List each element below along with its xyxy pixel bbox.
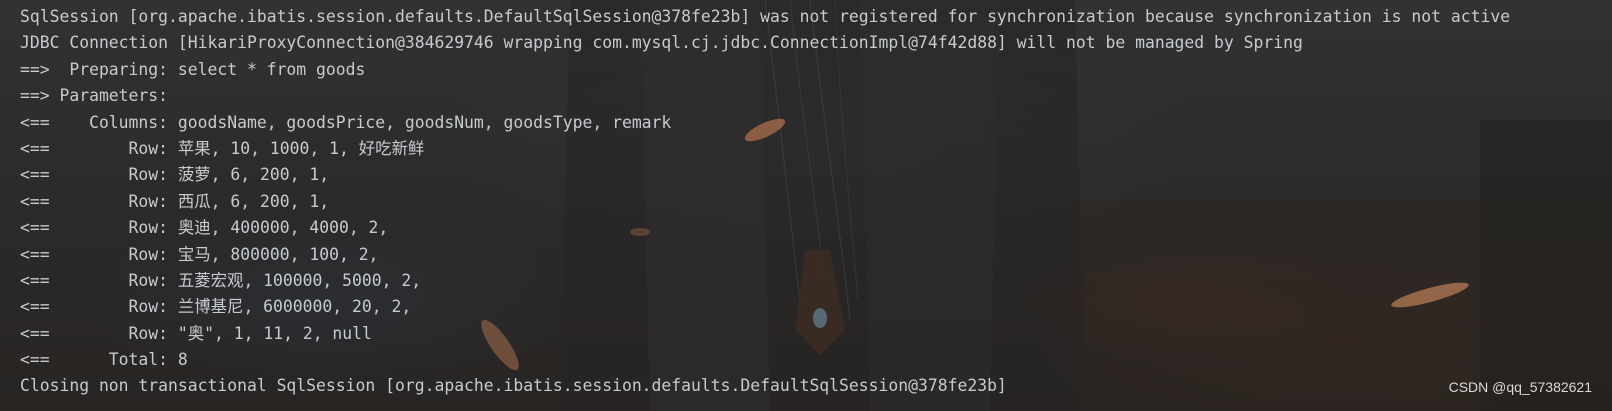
log-line-total: <== Total: 8 bbox=[20, 350, 188, 370]
log-line-row: <== Row: "奥", 1, 11, 2, null bbox=[20, 323, 372, 343]
log-line-row: <== Row: 奥迪, 400000, 4000, 2, bbox=[20, 218, 399, 238]
log-line-session: SqlSession [org.apache.ibatis.session.de… bbox=[20, 7, 1511, 26]
log-line-connection: JDBC Connection [HikariProxyConnection@3… bbox=[20, 33, 1303, 53]
log-line-row: <== Row: 菠萝, 6, 200, 1, bbox=[20, 165, 339, 185]
console-output-panel[interactable]: SqlSession [org.apache.ibatis.session.de… bbox=[0, 0, 1612, 411]
log-line-parameters: ==> Parameters: bbox=[20, 86, 178, 106]
log-line-row: <== Row: 苹果, 10, 1000, 1, 好吃新鲜 bbox=[20, 138, 425, 158]
log-line-closing: Closing non transactional SqlSession [or… bbox=[20, 376, 1007, 396]
log-line-row: <== Row: 宝马, 800000, 100, 2, bbox=[20, 244, 389, 264]
log-line-row: <== Row: 兰博基尼, 6000000, 20, 2, bbox=[20, 297, 422, 317]
log-line-row: <== Row: 西瓜, 6, 200, 1, bbox=[20, 191, 339, 211]
log-line-columns: <== Columns: goodsName, goodsPrice, good… bbox=[20, 112, 672, 132]
log-line-row: <== Row: 五菱宏观, 100000, 5000, 2, bbox=[20, 270, 431, 290]
console-log: SqlSession [org.apache.ibatis.session.de… bbox=[20, 4, 1580, 400]
watermark: CSDN @qq_57382621 bbox=[1448, 379, 1592, 395]
log-line-preparing: ==> Preparing: select * from goods bbox=[20, 59, 366, 79]
